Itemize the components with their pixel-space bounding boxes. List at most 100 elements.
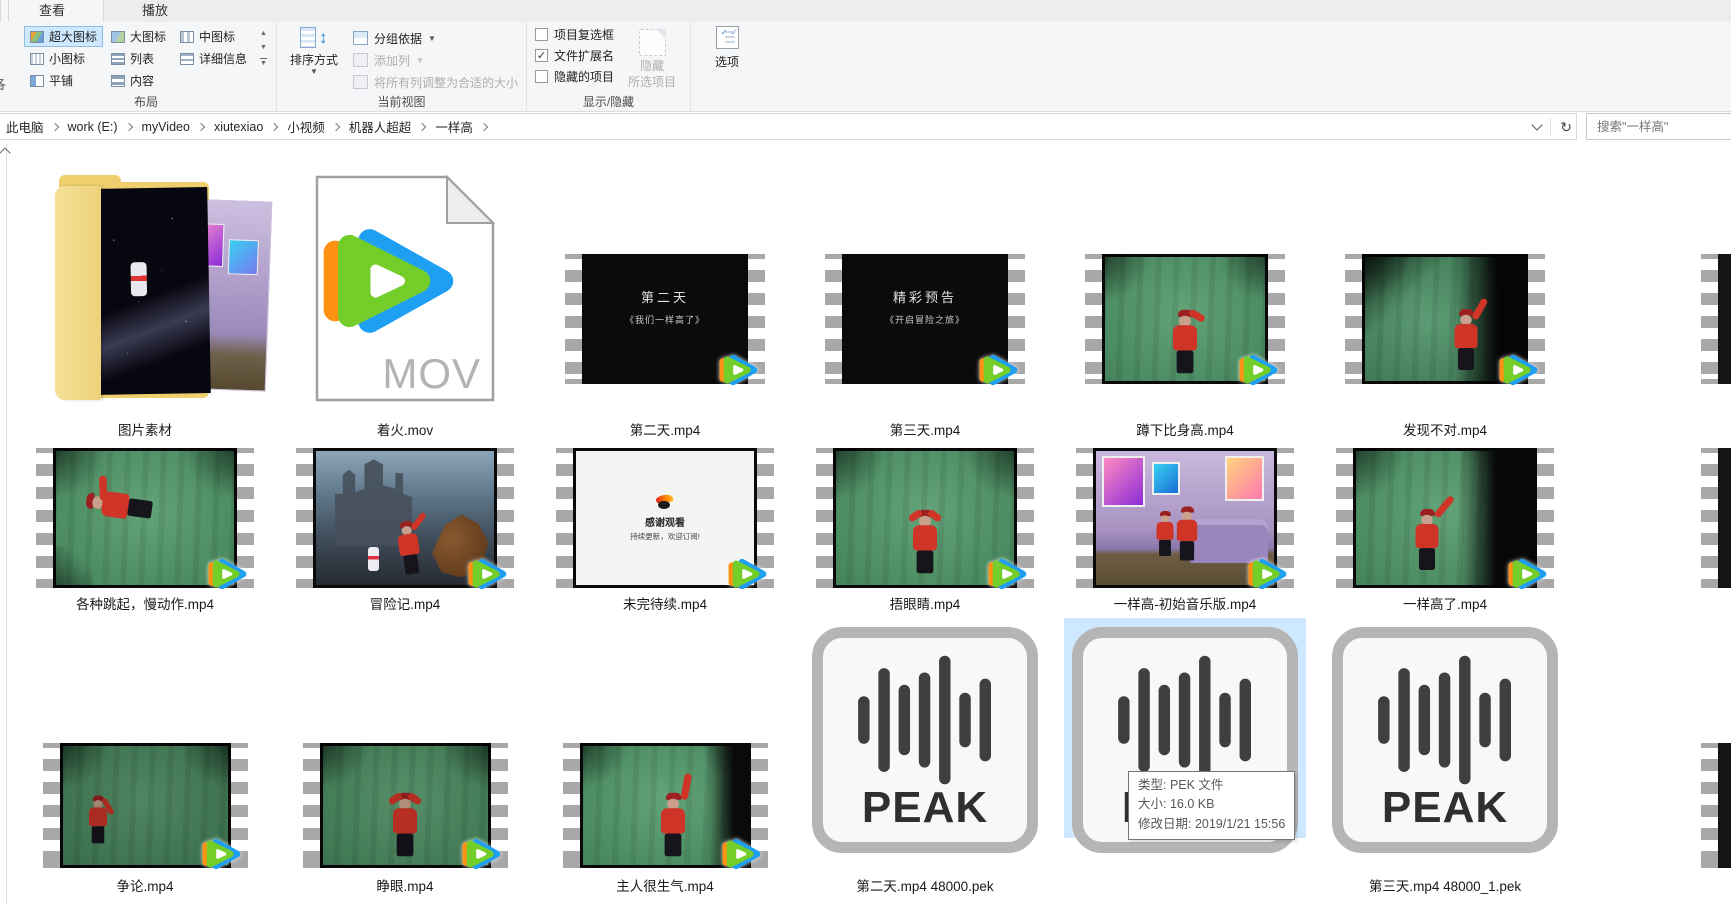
arm-r [679,772,692,800]
breadcrumb-item[interactable]: myVideo [140,118,192,136]
scrollbar-up-icon[interactable] [0,147,11,159]
group-by-label: 分组依据 [373,31,422,46]
group-by-button[interactable]: 分组依据 ▼ [352,28,518,48]
checkbox-file-extensions[interactable]: ✓ 文件扩展名 [535,45,614,66]
tencent-video-play-icon [977,349,1019,391]
file-item[interactable]: 发现不对.mp4 [1315,142,1575,440]
view-option-medium-icons[interactable]: 中图标 [174,26,253,47]
checkbox-hidden-items-box[interactable] [535,70,548,83]
file-list-area: 图片素材 MOV 着火.mov 第二天 《我们一样高了》 第二天.mp4 精彩预告 《开启冒险… [0,142,1731,904]
torso [1176,519,1197,542]
file-item[interactable]: 捂眼睛.mp4 [795,440,1055,618]
breadcrumb: 此电脑 work (E:) myVideo xiutexiao 小视频 机器人超超 一样高 [4,115,495,138]
file-item[interactable]: 图片素材 [15,142,275,440]
breadcrumb-item[interactable]: 一样高 [433,115,475,138]
breadcrumb-item[interactable]: work (E:) [66,118,120,136]
film-thumbnail [1085,254,1285,384]
file-item[interactable]: 一样高了.mp4 [1315,440,1575,618]
filmstrip-left-edge [556,448,573,588]
options-button[interactable]: 选项 [699,22,755,94]
file-item[interactable]: MOV 着火.mov [275,142,535,440]
file-item-partial[interactable] [1701,254,1731,384]
large-icons-icon [111,30,126,43]
address-bar[interactable]: 此电脑 work (E:) myVideo xiutexiao 小视频 机器人超超 一样高 … [0,113,1577,140]
search-input[interactable] [1586,113,1731,140]
tencent-video-play-icon [1246,553,1288,595]
tooltip-line: 类型: PEK 文件 [1138,778,1224,792]
file-item[interactable]: 争论.mp4 [15,618,275,904]
file-item[interactable]: 各种跳起，慢动作.mp4 [15,440,275,618]
sprocket-holes [42,748,60,863]
tencent-video-play-icon [720,833,762,875]
breadcrumb-item[interactable]: 此电脑 [4,115,46,138]
breadcrumb-item[interactable]: 机器人超超 [347,115,414,138]
torso [913,525,937,551]
tencent-video-play-icon [717,349,759,391]
checkbox-file-extensions-box[interactable]: ✓ [535,49,548,62]
hide-selected-button[interactable]: 隐藏 所选项目 [622,24,682,94]
file-item[interactable]: 冒险记.mp4 [275,440,535,618]
file-item[interactable]: 蹲下比身高.mp4 [1055,142,1315,440]
view-option-label: 内容 [130,74,155,88]
window-edge-divider [8,0,9,22]
view-option-details[interactable]: 详细信息 [174,48,253,69]
address-dropdown-icon[interactable] [1531,119,1543,131]
breadcrumb-item[interactable]: 小视频 [285,115,327,138]
view-option-large-icons[interactable]: 大图标 [105,26,172,47]
checkbox-item-checkboxes-box[interactable] [535,28,548,41]
list-icon [111,52,126,65]
file-name-label: 第二天.mp4 48000.pek [856,879,994,894]
checkbox-item-checkboxes[interactable]: 项目复选框 [535,24,614,45]
view-option-list[interactable]: 列表 [105,48,172,69]
scroll-down-icon[interactable]: ▼ [260,44,267,51]
file-item[interactable]: 精彩预告 《开启冒险之旅》 第三天.mp4 [795,142,1055,440]
view-option-tiles[interactable]: 平铺 [24,70,103,91]
size-columns-button[interactable]: 将所有列调整为合适的大小 [352,72,518,92]
film-thumbnail [1076,448,1294,588]
tencent-video-play-icon [986,553,1028,595]
filmstrip-left-edge [816,448,833,588]
view-option-extra-large-icons[interactable]: 超大图标 [24,26,104,47]
sprocket-holes [816,453,833,583]
sprocket-holes [1336,453,1353,583]
audio-waveform-icon [1378,655,1511,785]
sprocket-holes [36,453,53,583]
file-item[interactable]: 第二天 《我们一样高了》 第二天.mp4 [535,142,795,440]
file-item[interactable]: 一样高-初始音乐版.mp4 [1055,440,1315,618]
view-option-label: 详细信息 [199,52,248,66]
scroll-up-icon[interactable]: ▲ [260,30,267,37]
file-item[interactable]: 主人很生气.mp4 [535,618,795,904]
checkbox-label: 项目复选框 [554,28,615,42]
add-columns-button[interactable]: 添加列 ▼ [352,50,518,70]
file-item-partial[interactable] [1701,743,1731,868]
tab-view[interactable]: 查看 [0,0,105,22]
torso [1156,522,1174,540]
sort-by-button[interactable]: ↕ 排序方式 ▼ [285,25,343,94]
file-item[interactable]: PEAK 第二天.mp4 48000.pek [795,618,1055,904]
film-thumbnail [562,743,768,868]
chevron-right-icon [50,122,59,131]
content-icon [111,74,126,87]
more-layouts-icon[interactable]: ▼ [260,58,267,67]
view-option-small-icons[interactable]: 小图标 [24,48,103,69]
tooltip-line: 修改日期: 2019/1/21 15:56 [1138,816,1286,831]
refresh-icon[interactable]: ↻ [1560,120,1572,134]
torso [1173,325,1197,351]
video-frame-partial [1718,448,1731,588]
film-thumbnail: 精彩预告 《开启冒险之旅》 [825,254,1025,384]
file-item[interactable]: PEAK 第三天.mp4 48000_1.pek [1315,618,1575,904]
file-item-partial[interactable] [1701,448,1731,588]
tab-play[interactable]: 播放 [104,0,206,22]
breadcrumb-item[interactable]: xiutexiao [212,118,265,136]
film-thumbnail: 感谢观看 持续更新，欢迎订阅! [556,448,774,588]
file-item[interactable]: 睁眼.mp4 [275,618,535,904]
sprocket-holes [565,259,582,379]
file-item[interactable]: PEAK [1055,618,1315,904]
file-item[interactable]: 感谢观看 持续更新，欢迎订阅! 未完待续.mp4 [535,440,795,618]
view-option-content[interactable]: 内容 [105,70,172,91]
eye-icon [658,500,670,509]
file-name-label: 冒险记.mp4 [369,597,441,612]
folder-icon [25,174,273,406]
film-thumbnail [816,448,1034,588]
checkbox-hidden-items[interactable]: 隐藏的项目 [535,66,614,87]
